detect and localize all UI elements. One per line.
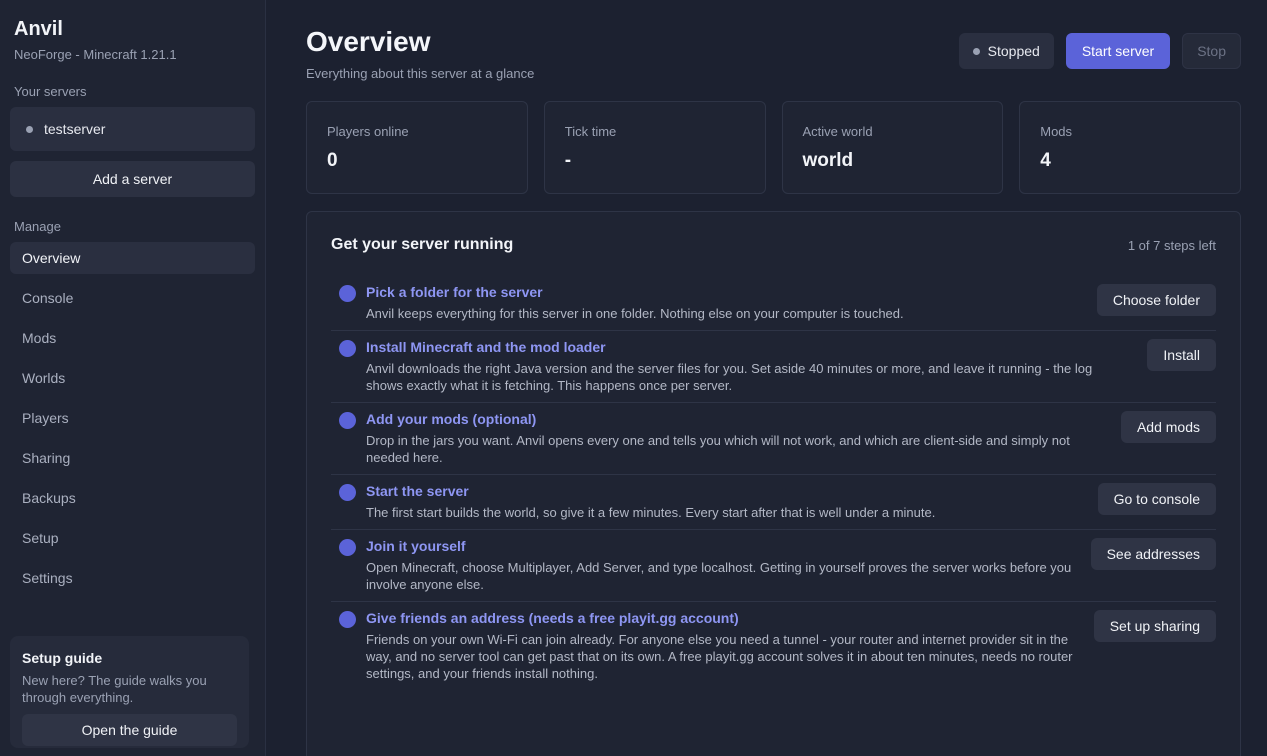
stat-value: 0 [327, 150, 338, 171]
steps-count: 1 of 7 steps left [1127, 237, 1216, 253]
step-share-address: Give friends an address (needs a free pl… [331, 602, 1216, 690]
set-up-sharing-button[interactable]: Set up sharing [1093, 610, 1216, 642]
step-status-icon [339, 340, 356, 357]
setup-steps-card: Get your server running 1 of 7 steps lef… [306, 211, 1241, 756]
main-content: Overview Everything about this server at… [266, 0, 1267, 756]
step-status-icon [339, 285, 356, 302]
sidebar-item-overview[interactable]: Overview [10, 242, 255, 274]
steps-title: Get your server running [331, 236, 514, 253]
sidebar-item-backups[interactable]: Backups [10, 482, 255, 514]
app-name: Anvil [14, 18, 63, 40]
servers-section-label: Your servers [14, 84, 87, 99]
step-description: Anvil keeps everything for this server i… [366, 306, 904, 321]
stat-label: Tick time [564, 124, 617, 139]
open-guide-button[interactable]: Open the guide [22, 714, 237, 746]
server-item-testserver[interactable]: testserver [10, 107, 255, 151]
stat-label: Active world [802, 124, 873, 139]
step-add-mods: Add your mods (optional) Drop in the jar… [331, 403, 1216, 475]
go-to-console-button[interactable]: Go to console [1097, 483, 1216, 515]
step-title[interactable]: Give friends an address (needs a free pl… [366, 610, 1094, 626]
step-description: Open Minecraft, choose Multiplayer, Add … [366, 560, 1072, 592]
sidebar-item-sharing[interactable]: Sharing [10, 442, 255, 474]
stat-players-online: Players online 0 [306, 101, 528, 194]
step-description: The first start builds the world, so giv… [366, 505, 936, 520]
sidebar-item-players[interactable]: Players [10, 402, 255, 434]
app-window: Anvil NeoForge - Minecraft 1.21.1 Your s… [0, 0, 1267, 756]
stat-tick-time: Tick time - [543, 101, 766, 194]
status-badge: Stopped [958, 33, 1054, 69]
add-mods-button[interactable]: Add mods [1120, 411, 1216, 443]
sidebar-nav: Overview Console Mods Worlds Players Sha… [10, 242, 255, 594]
page-title: Overview [306, 26, 431, 57]
step-pick-folder: Pick a folder for the server Anvil keeps… [331, 276, 1216, 331]
app-subtitle: NeoForge - Minecraft 1.21.1 [14, 47, 177, 62]
step-title[interactable]: Join it yourself [366, 538, 1091, 554]
step-description: Anvil downloads the right Java version a… [366, 361, 1093, 393]
sidebar-item-worlds[interactable]: Worlds [10, 362, 255, 394]
guide-title: Setup guide [22, 650, 103, 666]
server-status-dot [26, 125, 33, 133]
step-title[interactable]: Pick a folder for the server [366, 284, 904, 300]
stat-value: world [802, 150, 854, 171]
step-title[interactable]: Start the server [366, 483, 935, 499]
start-server-button[interactable]: Start server [1065, 33, 1171, 69]
server-name: testserver [44, 121, 106, 137]
stat-label: Mods [1040, 124, 1073, 139]
step-status-icon [339, 412, 356, 429]
sidebar-item-console[interactable]: Console [10, 282, 255, 314]
step-description: Drop in the jars you want. Anvil opens e… [366, 433, 1070, 465]
step-install: Install Minecraft and the mod loader Anv… [331, 331, 1216, 403]
add-server-button[interactable]: Add a server [10, 161, 255, 197]
header-actions: Stopped Start server Stop [958, 33, 1241, 69]
step-start-server: Start the server The first start builds … [331, 475, 1216, 530]
steps-header: Get your server running 1 of 7 steps lef… [331, 236, 1216, 254]
step-description: Friends on your own Wi-Fi can join alrea… [366, 632, 1073, 681]
status-text: Stopped [987, 43, 1040, 59]
sidebar-item-setup[interactable]: Setup [10, 522, 255, 554]
status-dot-icon [972, 47, 980, 55]
stat-value: - [564, 150, 572, 171]
see-addresses-button[interactable]: See addresses [1090, 538, 1216, 570]
step-status-icon [339, 484, 356, 501]
page-subtitle: Everything about this server at a glance [306, 66, 535, 81]
steps-list: Pick a folder for the server Anvil keeps… [331, 276, 1216, 690]
step-join-yourself: Join it yourself Open Minecraft, choose … [331, 530, 1216, 602]
step-title[interactable]: Install Minecraft and the mod loader [366, 339, 1106, 355]
stat-label: Players online [327, 124, 409, 139]
stats-row: Players online 0 Tick time - Active worl… [306, 101, 1241, 194]
sidebar-item-settings[interactable]: Settings [10, 562, 255, 594]
step-title[interactable]: Add your mods (optional) [366, 411, 1106, 427]
step-status-icon [339, 611, 356, 628]
choose-folder-button[interactable]: Choose folder [1096, 284, 1216, 316]
setup-guide-card: Setup guide New here? The guide walks yo… [10, 636, 249, 748]
stat-value: 4 [1040, 150, 1051, 171]
sidebar-item-mods[interactable]: Mods [10, 322, 255, 354]
stat-active-world: Active world world [781, 101, 1004, 194]
manage-section-label: Manage [14, 219, 61, 234]
install-button[interactable]: Install [1147, 339, 1216, 371]
page-header: Overview Everything about this server at… [306, 26, 1241, 81]
guide-text: New here? The guide walks you through ev… [22, 673, 207, 705]
stop-button[interactable]: Stop [1182, 33, 1241, 69]
sidebar: Anvil NeoForge - Minecraft 1.21.1 Your s… [0, 0, 266, 756]
stat-mods: Mods 4 [1019, 101, 1241, 194]
step-status-icon [339, 539, 356, 556]
